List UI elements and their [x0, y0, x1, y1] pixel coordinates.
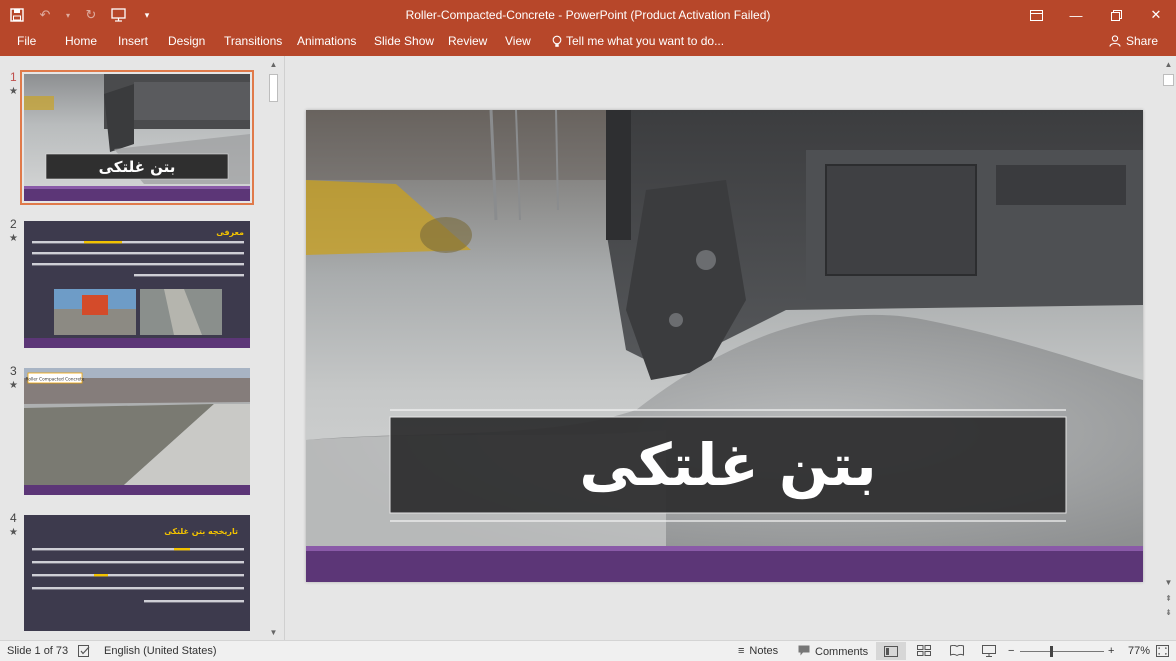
thumbnail-slide-1[interactable]: بتن غلتکی — [20, 70, 254, 205]
slide-background-image: بتن غلتکی — [306, 110, 1143, 582]
next-slide-icon[interactable]: ⇟ — [1162, 606, 1175, 619]
window-title: Roller-Compacted-Concrete - PowerPoint (… — [405, 8, 771, 22]
ribbon-display-options-icon[interactable] — [1016, 0, 1056, 30]
normal-view-icon — [884, 645, 898, 657]
thumbnail-slide-3[interactable]: Roller Compacted Concrete — [24, 368, 250, 495]
minimize-icon[interactable]: — — [1056, 0, 1096, 30]
thumbnail-scrollbar[interactable]: ▲ ▼ — [267, 58, 280, 638]
notes-button[interactable]: ≡ Notes — [738, 645, 778, 657]
slide-2-thumbnail-image: معرفی — [24, 221, 250, 348]
thumbnail-number: 1 — [10, 70, 17, 84]
share-button[interactable]: Share — [1109, 34, 1158, 48]
scroll-up-icon[interactable]: ▲ — [267, 58, 280, 71]
tab-insert[interactable]: Insert — [118, 34, 148, 48]
previous-slide-icon[interactable]: ⇞ — [1162, 592, 1175, 605]
comment-icon — [798, 645, 810, 659]
normal-view-button[interactable] — [876, 642, 906, 660]
fit-slide-icon[interactable] — [1156, 645, 1169, 657]
tab-animations[interactable]: Animations — [297, 34, 356, 48]
thumbnail-number: 4 — [10, 511, 17, 525]
person-icon — [1109, 35, 1121, 47]
zoom-slider-knob[interactable] — [1050, 646, 1053, 657]
tab-design[interactable]: Design — [168, 34, 205, 48]
slide-editor: بتن غلتکی — [286, 56, 1161, 640]
zoom-in-button[interactable]: + — [1108, 645, 1114, 657]
close-icon[interactable]: ✕ — [1136, 0, 1176, 30]
window-controls: — ✕ — [1016, 0, 1176, 30]
title-bar: ↶ ▾ ↻ ▾ Roller-Compacted-Concrete - Powe… — [0, 0, 1176, 30]
spelling-check-icon[interactable] — [78, 645, 91, 657]
thumbnail-slide-2[interactable]: معرفی — [24, 221, 250, 348]
tab-view[interactable]: View — [505, 34, 531, 48]
zoom-slider-track[interactable] — [1020, 651, 1104, 652]
slide-counter: Slide 1 of 73 — [7, 645, 69, 657]
slide-sorter-icon — [917, 645, 931, 656]
thumbnail-1-title: بتن غلتکی — [99, 158, 176, 176]
thumbnail-2-title: معرفی — [216, 228, 244, 237]
comments-label: Comments — [815, 646, 869, 658]
animation-star-icon: ★ — [9, 380, 18, 391]
reading-view-icon — [950, 645, 964, 656]
tab-file[interactable]: File — [17, 34, 36, 48]
thumbnail-slide-4[interactable]: تاریخچه بتن غلتکی — [24, 515, 250, 631]
reading-view-button[interactable] — [950, 645, 964, 656]
zoom-level[interactable]: 77% — [1128, 645, 1150, 657]
animation-star-icon: ★ — [9, 233, 18, 244]
slide-1-thumbnail-image: بتن غلتکی — [24, 74, 250, 201]
tab-transitions[interactable]: Transitions — [224, 34, 282, 48]
language-indicator[interactable]: English (United States) — [104, 645, 217, 657]
tab-review[interactable]: Review — [448, 34, 487, 48]
notes-icon: ≡ — [738, 645, 745, 657]
scroll-thumb[interactable] — [269, 74, 278, 102]
slide-show-view-button[interactable] — [982, 645, 996, 657]
status-bar: Slide 1 of 73 English (United States) ≡ … — [0, 640, 1176, 661]
restore-icon[interactable] — [1096, 0, 1136, 30]
tell-me-box[interactable]: Tell me what you want to do... — [552, 34, 724, 48]
ribbon-tabs: File Home Insert Design Transitions Anim… — [0, 30, 1176, 56]
thumbnail-3-label: Roller Compacted Concrete — [26, 377, 85, 383]
thumbnail-number: 2 — [10, 217, 17, 231]
animation-star-icon: ★ — [9, 527, 18, 538]
current-slide[interactable]: بتن غلتکی — [306, 110, 1143, 582]
scroll-down-icon[interactable]: ▼ — [1162, 576, 1175, 589]
thumbnail-4-title: تاریخچه بتن غلتکی — [164, 527, 238, 536]
editor-scrollbar[interactable]: ▲ ▼ ⇞ ⇟ — [1161, 56, 1176, 640]
zoom-out-button[interactable]: − — [1008, 645, 1014, 657]
slide-thumbnail-pane: 1 ★ بتن غلتکی 2 ★ معرفی 3 ★ Roller Compa… — [0, 56, 285, 640]
notes-label: Notes — [749, 645, 779, 657]
tab-home[interactable]: Home — [65, 34, 97, 48]
comments-button[interactable]: Comments — [798, 645, 868, 659]
slide-show-icon — [982, 645, 996, 657]
tell-me-text: Tell me what you want to do... — [566, 34, 725, 48]
slide-title[interactable]: بتن غلتکی — [579, 431, 876, 500]
slide-3-thumbnail-image: Roller Compacted Concrete — [24, 368, 250, 495]
lightbulb-icon — [552, 35, 562, 47]
slide-sorter-view-button[interactable] — [917, 645, 931, 656]
scroll-up-icon[interactable]: ▲ — [1162, 58, 1175, 71]
slide-4-thumbnail-image: تاریخچه بتن غلتکی — [24, 515, 250, 631]
share-label: Share — [1125, 34, 1158, 48]
tab-slide-show[interactable]: Slide Show — [374, 34, 434, 48]
scroll-down-icon[interactable]: ▼ — [267, 626, 280, 639]
thumbnail-number: 3 — [10, 364, 17, 378]
animation-star-icon: ★ — [9, 86, 18, 97]
scroll-thumb[interactable] — [1163, 74, 1174, 86]
